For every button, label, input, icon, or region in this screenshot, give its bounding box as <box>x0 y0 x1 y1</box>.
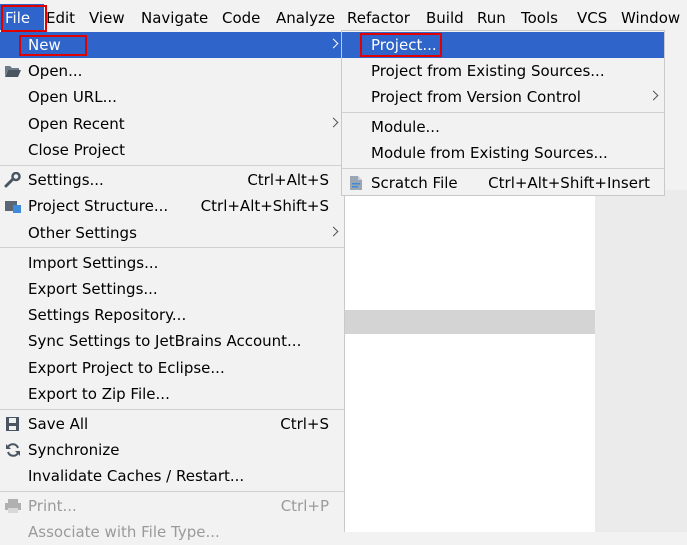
menu-item-open[interactable]: Open... <box>0 58 344 84</box>
menu-item-associate[interactable]: Associate with File Type... <box>0 519 344 545</box>
menu-view[interactable]: View <box>89 8 125 28</box>
chevron-right-icon <box>328 226 339 237</box>
submenu-item-module-existing[interactable]: Module from Existing Sources... <box>342 140 664 166</box>
menu-item-invalidate-caches[interactable]: Invalidate Caches / Restart... <box>0 463 344 489</box>
menu-bar: File Edit View Navigate Code Analyze Ref… <box>0 0 687 33</box>
print-shortcut: Ctrl+P <box>280 497 329 515</box>
submenu-item-project-vcs-label: Project from Version Control <box>371 88 581 106</box>
submenu-separator <box>342 112 664 113</box>
menu-separator <box>0 165 344 166</box>
save-icon <box>4 416 22 432</box>
project-structure-icon <box>4 198 22 214</box>
menu-tools[interactable]: Tools <box>521 8 558 28</box>
menu-item-open-recent[interactable]: Open Recent <box>0 111 344 137</box>
menu-item-save-all-label: Save All <box>28 415 89 433</box>
menu-build[interactable]: Build <box>426 8 464 28</box>
submenu-item-module[interactable]: Module... <box>342 114 664 140</box>
save-all-shortcut: Ctrl+S <box>280 415 329 433</box>
menu-item-export-eclipse-label: Export Project to Eclipse... <box>28 359 225 377</box>
editor-area[interactable] <box>345 190 595 532</box>
menu-item-export-settings-label: Export Settings... <box>28 280 158 298</box>
menu-refactor[interactable]: Refactor <box>347 8 410 28</box>
menu-separator <box>0 247 344 248</box>
submenu-item-module-existing-label: Module from Existing Sources... <box>371 144 608 162</box>
menu-item-new[interactable]: New <box>0 32 344 58</box>
submenu-separator <box>342 168 664 169</box>
menu-item-settings[interactable]: Settings... Ctrl+Alt+S <box>0 167 344 193</box>
menu-item-sync-settings[interactable]: Sync Settings to JetBrains Account... <box>0 328 344 354</box>
submenu-item-project-vcs[interactable]: Project from Version Control <box>342 84 664 110</box>
menu-edit[interactable]: Edit <box>46 8 75 28</box>
submenu-item-scratch-file[interactable]: Scratch File Ctrl+Alt+Shift+Insert <box>342 170 664 196</box>
menu-file[interactable]: File <box>0 4 44 30</box>
right-panel <box>595 190 687 532</box>
submenu-item-project-existing[interactable]: Project from Existing Sources... <box>342 58 664 84</box>
menu-item-import-settings[interactable]: Import Settings... <box>0 250 344 276</box>
menu-code[interactable]: Code <box>222 8 260 28</box>
menu-item-print[interactable]: Print... Ctrl+P <box>0 493 344 519</box>
editor-current-line <box>345 310 595 334</box>
menu-window[interactable]: Window <box>621 8 680 28</box>
menu-item-export-zip-label: Export to Zip File... <box>28 385 170 403</box>
project-structure-shortcut: Ctrl+Alt+Shift+S <box>200 197 329 215</box>
menu-item-open-recent-label: Open Recent <box>28 115 125 133</box>
menu-run[interactable]: Run <box>477 8 506 28</box>
file-menu: New Open... Open URL... Open Recent Clos… <box>0 32 345 541</box>
menu-item-import-settings-label: Import Settings... <box>28 254 159 272</box>
printer-icon <box>4 498 22 514</box>
sync-icon <box>4 442 22 458</box>
menu-item-project-structure-label: Project Structure... <box>28 197 169 215</box>
menu-item-open-url-label: Open URL... <box>28 88 117 106</box>
menu-separator <box>0 491 344 492</box>
settings-shortcut: Ctrl+Alt+S <box>247 171 329 189</box>
menu-item-close-project[interactable]: Close Project <box>0 137 344 163</box>
menu-item-open-url[interactable]: Open URL... <box>0 84 344 110</box>
chevron-right-icon <box>328 38 339 49</box>
menu-item-settings-repository-label: Settings Repository... <box>28 306 187 324</box>
menu-file-label: File <box>5 9 31 27</box>
new-submenu: Project... Project from Existing Sources… <box>341 30 665 196</box>
menu-item-export-settings[interactable]: Export Settings... <box>0 276 344 302</box>
menu-item-new-label: New <box>28 36 61 54</box>
menu-item-sync-settings-label: Sync Settings to JetBrains Account... <box>28 332 302 350</box>
menu-item-other-settings-label: Other Settings <box>28 224 137 242</box>
menu-item-synchronize[interactable]: Synchronize <box>0 437 344 463</box>
menu-analyze[interactable]: Analyze <box>276 8 335 28</box>
menu-item-export-zip[interactable]: Export to Zip File... <box>0 381 344 407</box>
scratch-file-shortcut: Ctrl+Alt+Shift+Insert <box>488 174 650 192</box>
submenu-item-project-label: Project... <box>371 36 437 54</box>
wrench-icon <box>4 171 22 188</box>
scratch-file-icon <box>348 175 364 191</box>
submenu-item-module-label: Module... <box>371 118 440 136</box>
submenu-item-scratch-file-label: Scratch File <box>371 174 458 192</box>
menu-item-settings-label: Settings... <box>28 171 104 189</box>
menu-vcs[interactable]: VCS <box>577 8 607 28</box>
submenu-item-project[interactable]: Project... <box>342 32 664 58</box>
menu-item-settings-repository[interactable]: Settings Repository... <box>0 302 344 328</box>
menu-item-export-eclipse[interactable]: Export Project to Eclipse... <box>0 355 344 381</box>
menu-item-close-project-label: Close Project <box>28 141 125 159</box>
submenu-item-project-existing-label: Project from Existing Sources... <box>371 62 605 80</box>
menu-item-other-settings[interactable]: Other Settings <box>0 220 344 246</box>
menu-item-associate-label: Associate with File Type... <box>28 523 220 541</box>
menu-item-open-label: Open... <box>28 62 83 80</box>
menu-item-print-label: Print... <box>28 497 77 515</box>
menu-item-synchronize-label: Synchronize <box>28 441 120 459</box>
menu-navigate[interactable]: Navigate <box>141 8 208 28</box>
folder-icon <box>4 63 22 79</box>
menu-item-invalidate-caches-label: Invalidate Caches / Restart... <box>28 467 245 485</box>
menu-item-save-all[interactable]: Save All Ctrl+S <box>0 411 344 437</box>
chevron-right-icon <box>648 90 659 101</box>
menu-separator <box>0 409 344 410</box>
menu-item-project-structure[interactable]: Project Structure... Ctrl+Alt+Shift+S <box>0 193 344 219</box>
chevron-right-icon <box>328 117 339 128</box>
